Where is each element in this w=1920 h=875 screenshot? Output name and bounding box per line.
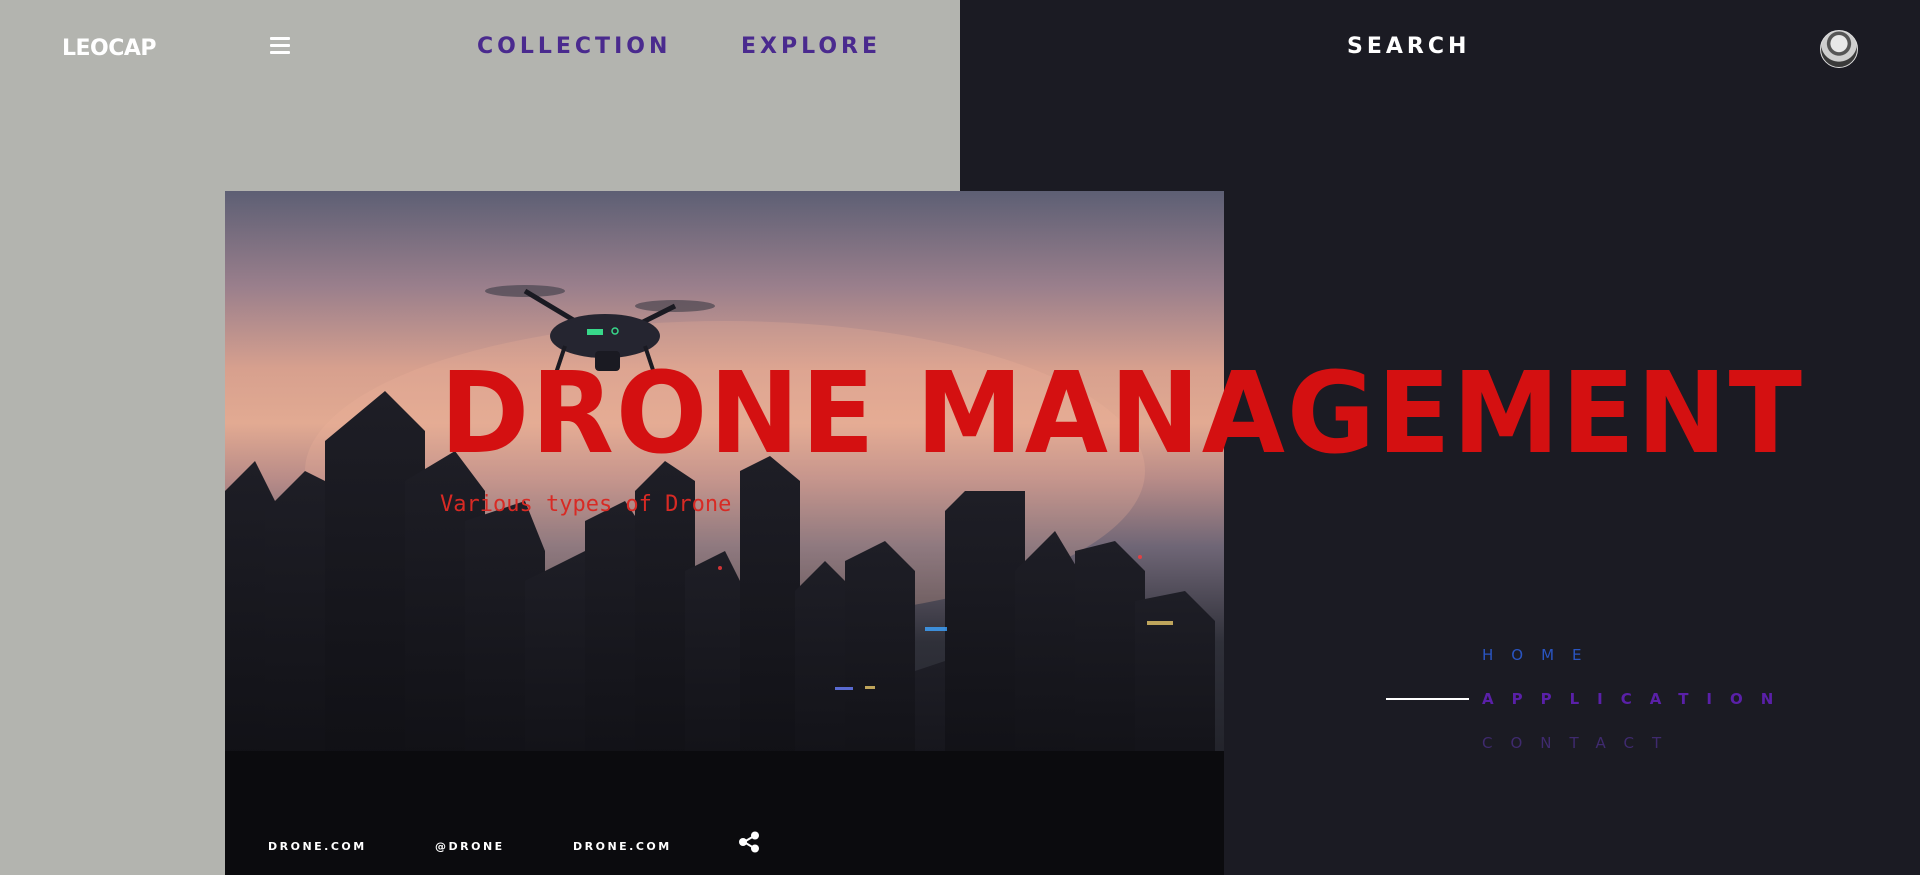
footer-link-drone-handle[interactable]: @DRONE	[435, 840, 505, 853]
footer-link-drone-site-2[interactable]: DRONE.COM	[573, 840, 672, 853]
nav-collection-link[interactable]: COLLECTION	[477, 34, 671, 59]
user-avatar[interactable]	[1820, 30, 1858, 68]
share-icon[interactable]	[738, 831, 760, 853]
footer-link-drone-site[interactable]: DRONE.COM	[268, 840, 367, 853]
hero-subtitle: Various types of Drone	[440, 492, 732, 517]
nav-search-link[interactable]: SEARCH	[1347, 34, 1470, 59]
logo[interactable]: LEOCAP	[62, 36, 157, 61]
side-nav-application[interactable]: APPLICATION	[1482, 690, 1791, 708]
hamburger-menu-icon[interactable]	[270, 37, 290, 55]
side-nav-contact[interactable]: CONTACT	[1482, 734, 1679, 752]
hero-title: DRONE MANAGEMENT	[440, 349, 1804, 479]
hero-image	[225, 191, 1224, 875]
side-nav-home[interactable]: HOME	[1482, 646, 1600, 664]
nav-explore-link[interactable]: EXPLORE	[741, 34, 881, 59]
active-indicator-line	[1386, 698, 1469, 700]
city-skyline-drone-illustration	[225, 285, 1224, 875]
